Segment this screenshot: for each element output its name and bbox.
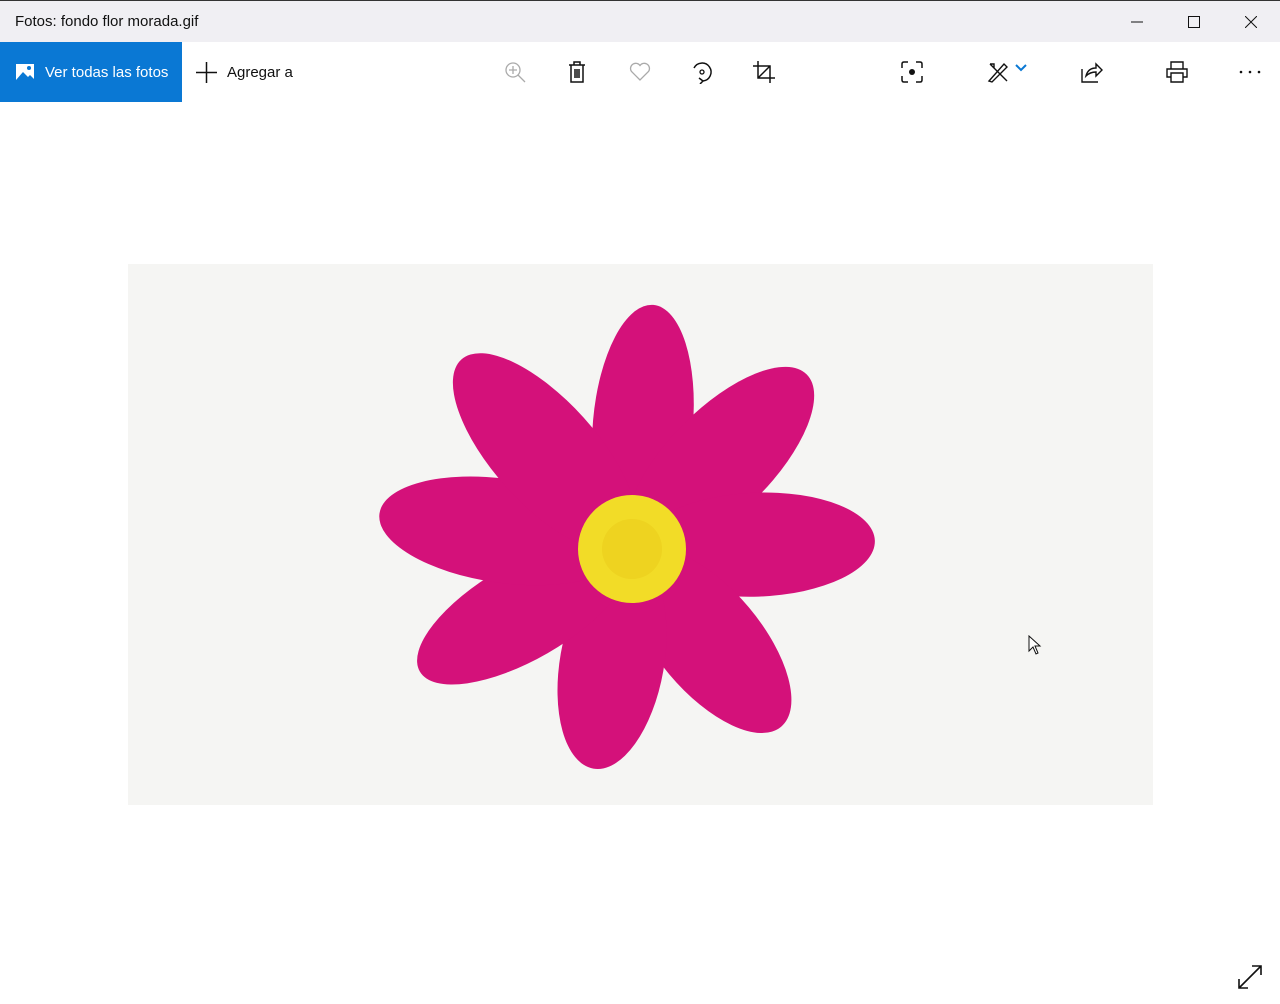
more-icon (1239, 70, 1261, 74)
edit-pencil-icon (987, 62, 1008, 83)
crop-button[interactable] (749, 57, 779, 87)
plus-icon (196, 61, 217, 83)
delete-button[interactable] (562, 57, 592, 87)
fullscreen-button[interactable] (1236, 963, 1264, 991)
view-all-photos-button[interactable]: Ver todas las fotos (0, 42, 182, 102)
share-button[interactable] (1077, 57, 1107, 87)
printer-icon (1166, 61, 1188, 83)
zoom-button[interactable] (500, 57, 530, 87)
enhance-button[interactable] (897, 57, 927, 87)
window-title: Fotos: fondo flor morada.gif (15, 13, 199, 30)
minimize-icon (1130, 21, 1143, 22)
close-button[interactable] (1222, 1, 1279, 42)
favorite-button[interactable] (625, 57, 655, 87)
photos-icon (16, 64, 34, 80)
more-options-button[interactable] (1235, 57, 1265, 87)
rotate-icon (693, 62, 712, 84)
close-icon (1244, 15, 1257, 28)
flower-image (379, 304, 875, 769)
title-bar: Fotos: fondo flor morada.gif (0, 1, 1280, 42)
view-all-photos-label: Ver todas las fotos (45, 63, 169, 81)
photo-viewer-image (128, 264, 1153, 805)
edit-create-button[interactable] (982, 57, 1032, 87)
add-to-label: Agregar a (227, 63, 293, 81)
rotate-button[interactable] (687, 57, 717, 87)
mouse-cursor-icon (1028, 635, 1042, 655)
share-icon (1081, 62, 1103, 83)
print-button[interactable] (1162, 57, 1192, 87)
toolbar: Ver todas las fotos Agregar a (0, 42, 1280, 102)
expand-icon (1238, 965, 1262, 989)
chevron-down-icon (1015, 64, 1027, 72)
maximize-icon (1187, 15, 1200, 28)
trash-icon (569, 61, 585, 83)
minimize-button[interactable] (1108, 1, 1165, 42)
maximize-button[interactable] (1165, 1, 1222, 42)
focus-icon (901, 61, 923, 83)
zoom-in-icon (505, 62, 526, 83)
add-to-button[interactable]: Agregar a (196, 42, 293, 102)
heart-icon (629, 62, 651, 81)
crop-icon (753, 61, 775, 83)
